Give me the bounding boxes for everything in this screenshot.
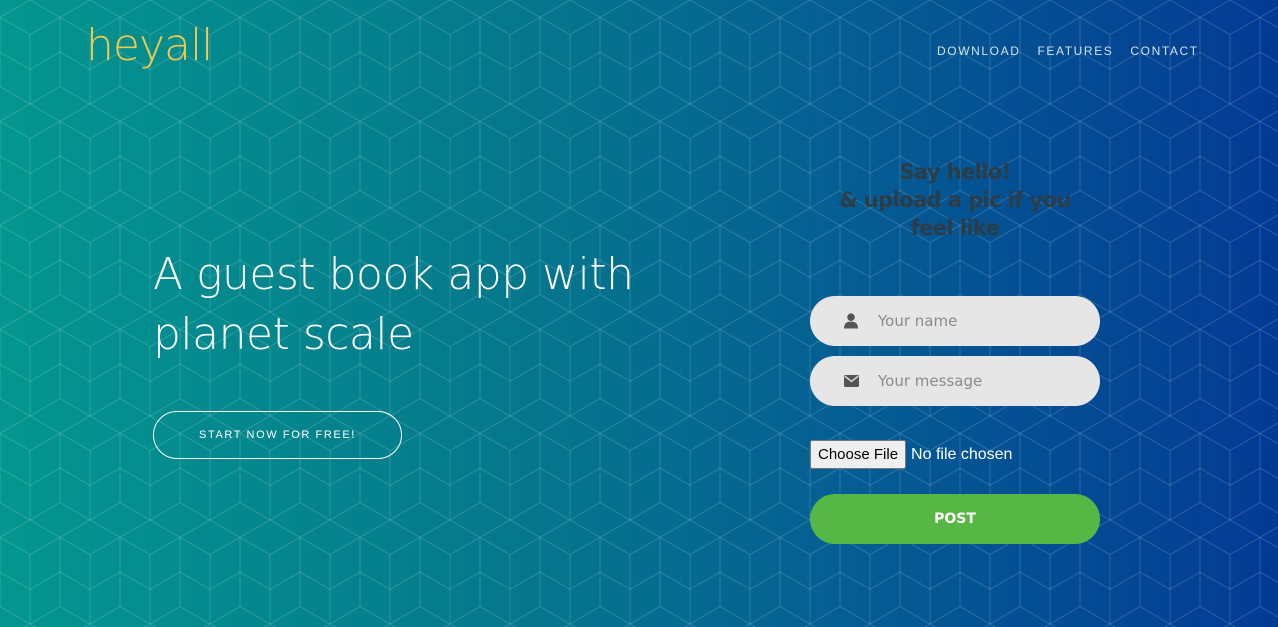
name-input[interactable] — [878, 312, 1078, 330]
nav-item-contact[interactable]: CONTACT — [1130, 44, 1198, 58]
hero-title-line-1: A guest book app with — [153, 249, 634, 300]
file-status: No file chosen — [911, 445, 1013, 463]
envelope-icon — [843, 373, 859, 389]
form-heading-line-1: Say hello! — [899, 160, 1011, 184]
message-field[interactable] — [810, 356, 1100, 406]
form-heading: Say hello! & upload a pic if you feel li… — [810, 158, 1100, 242]
file-upload: Choose File No file chosen — [810, 440, 1012, 469]
form-heading-line-2: & upload a pic if you — [839, 188, 1071, 212]
user-icon — [843, 313, 859, 329]
form-heading-line-3: feel like — [910, 216, 1000, 240]
nav-item-features[interactable]: FEATURES — [1037, 44, 1113, 58]
brand-logo[interactable]: heyall — [86, 21, 213, 70]
post-button[interactable]: POST — [810, 494, 1100, 544]
message-input[interactable] — [878, 372, 1078, 390]
hero-title-line-2: planet scale — [153, 309, 414, 360]
start-now-button[interactable]: START NOW FOR FREE! — [153, 411, 402, 459]
hero-title: A guest book app with planet scale — [153, 245, 673, 365]
name-field[interactable] — [810, 296, 1100, 346]
choose-file-button[interactable]: Choose File — [810, 440, 907, 469]
nav-item-download[interactable]: DOWNLOAD — [937, 44, 1020, 58]
top-nav: DOWNLOAD FEATURES CONTACT — [937, 44, 1199, 58]
